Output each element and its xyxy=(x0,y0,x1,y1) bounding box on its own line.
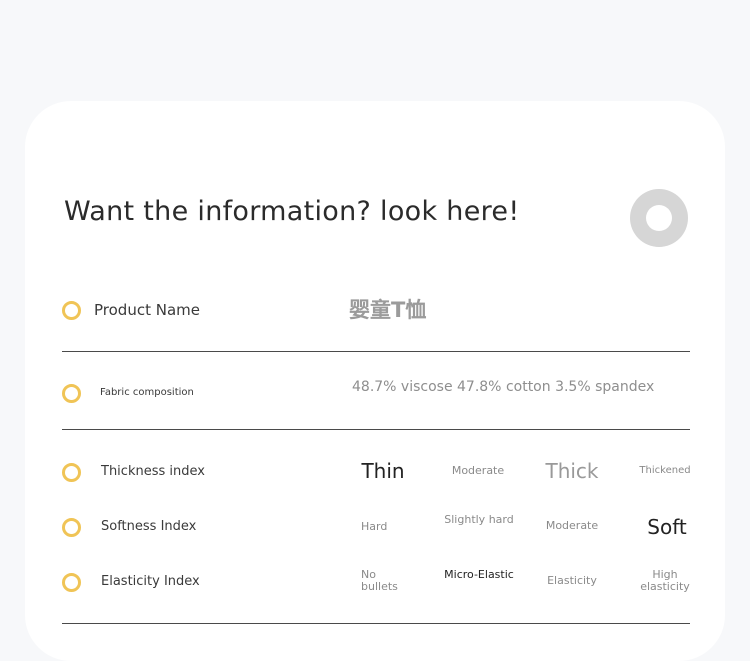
elasticity-index-label: Elasticity Index xyxy=(101,574,200,589)
row-divider xyxy=(62,429,690,430)
softness-option-soft: Soft xyxy=(647,515,687,539)
softness-index-label: Softness Index xyxy=(101,519,197,534)
ring-bullet-icon xyxy=(62,518,81,537)
fabric-composition-label: Fabric composition xyxy=(100,387,194,398)
thickness-option-thickened: Thickened xyxy=(639,465,691,476)
ring-bullet-icon xyxy=(62,384,81,403)
fabric-composition-value: 48.7% viscose 47.8% cotton 3.5% spandex xyxy=(352,379,655,395)
softness-option-slightly-hard: Slightly hard xyxy=(444,513,514,526)
elasticity-option-no-bullets: No bullets xyxy=(361,568,398,593)
product-name-value: 婴童T恤 xyxy=(349,298,427,322)
thickness-option-thick: Thick xyxy=(545,459,599,483)
row-divider xyxy=(62,351,690,352)
ring-bullet-icon xyxy=(62,463,81,482)
ring-bullet-icon xyxy=(62,301,81,320)
thickness-option-moderate: Moderate xyxy=(451,464,505,477)
thickness-option-thin: Thin xyxy=(361,459,405,483)
thickness-index-label: Thickness index xyxy=(101,464,205,479)
product-name-label: Product Name xyxy=(94,301,200,319)
softness-option-hard: Hard xyxy=(361,520,388,533)
ring-bullet-icon xyxy=(62,573,81,592)
ring-decoration-icon xyxy=(630,189,688,247)
elasticity-option-high-elasticity: High elasticity xyxy=(640,568,690,593)
softness-option-moderate: Moderate xyxy=(545,519,599,532)
page-title: Want the information? look here! xyxy=(64,196,520,227)
elasticity-option-micro-elastic: Micro-Elastic xyxy=(444,568,514,581)
row-divider xyxy=(62,623,690,624)
elasticity-option-elasticity: Elasticity xyxy=(547,574,597,587)
